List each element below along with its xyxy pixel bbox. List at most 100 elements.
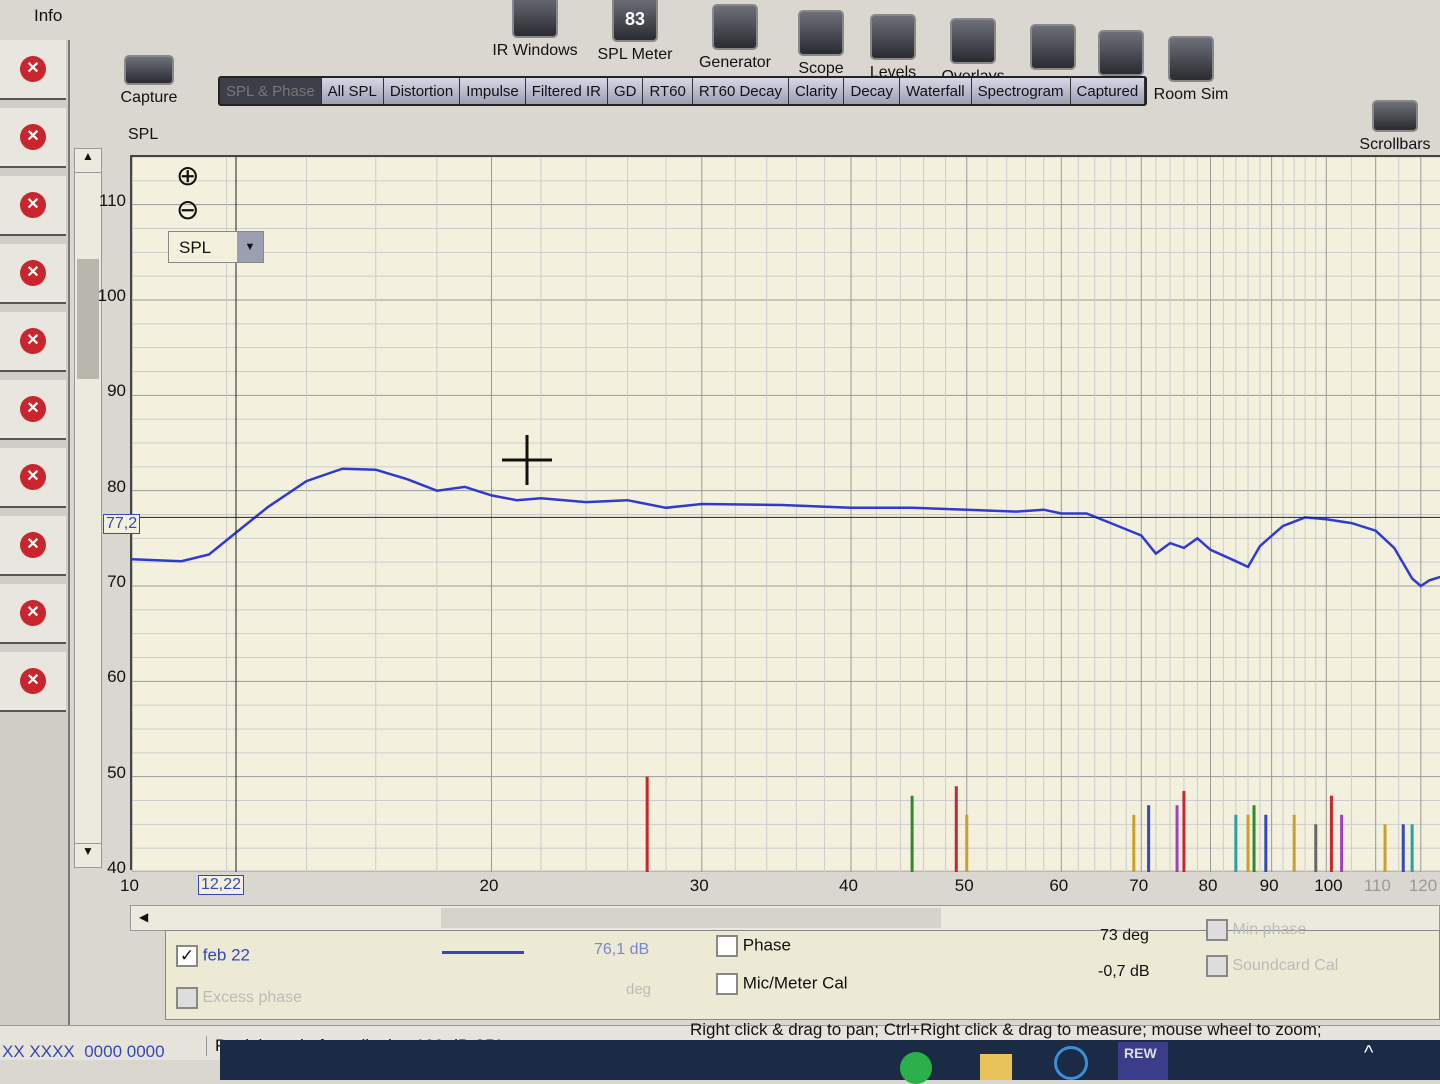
cursor-y-readout: 77,2: [103, 514, 141, 534]
spl-trace-line: [131, 467, 1440, 588]
y-tick-label: 80: [107, 476, 126, 496]
status-counter: XX XXXX 0000 0000: [2, 1042, 165, 1061]
remove-measurement-icon[interactable]: ✕: [20, 328, 46, 354]
phase-option[interactable]: Phase: [716, 935, 791, 957]
remove-measurement-icon[interactable]: ✕: [20, 124, 46, 150]
levels-button[interactable]: Levels: [848, 14, 938, 82]
remove-measurement-icon[interactable]: ✕: [20, 464, 46, 490]
tab-decay[interactable]: Decay: [844, 78, 901, 104]
folder-icon[interactable]: [980, 1054, 1012, 1080]
tab-spl-phase[interactable]: SPL & Phase: [220, 78, 322, 104]
scrollbars-button[interactable]: Scrollbars: [1350, 100, 1440, 154]
tab-gd[interactable]: GD: [607, 78, 644, 104]
soundcard-cal-label: Soundcard Cal: [1232, 957, 1339, 975]
cursor-x-readout: 12,22: [198, 875, 245, 895]
room-sim-icon: [1168, 36, 1214, 82]
cal-value: -0,7 dB: [1098, 963, 1150, 980]
mic-cal-checkbox[interactable]: [716, 973, 738, 995]
measurement-checkbox[interactable]: ✓: [176, 945, 198, 967]
remove-measurement-icon[interactable]: ✕: [20, 396, 46, 422]
x-tick-label: 80: [1198, 876, 1218, 895]
scrollbars-icon: [1372, 100, 1418, 132]
tray-chevron-icon[interactable]: ^: [1364, 1042, 1373, 1065]
app-icon[interactable]: [1054, 1046, 1088, 1080]
measurement-row[interactable]: ✕: [0, 176, 66, 236]
measurement-list: ✕ ✕ ✕ ✕ ✕ ✕ ✕ ✕ ✕ ✕: [0, 40, 70, 1040]
tab-filtered-ir[interactable]: Filtered IR: [525, 78, 608, 104]
x-tick-label: 120: [1408, 876, 1438, 895]
remove-measurement-icon[interactable]: ✕: [20, 600, 46, 626]
vertical-scrollbar[interactable]: ▲ ▼: [74, 148, 102, 868]
y-tick-label: 110: [98, 190, 126, 210]
chevron-down-icon: ▼: [237, 232, 263, 262]
cursor-value: 76,1 dB: [594, 941, 650, 958]
measurement-legend: ✓ feb 22 76,1 dB Phase Mic/Meter Cal 73 …: [165, 919, 1440, 1020]
info-label: Info: [34, 6, 63, 25]
room-sim-button[interactable]: Room Sim: [1146, 36, 1236, 104]
tab-rt60-decay[interactable]: RT60 Decay: [692, 78, 789, 104]
measurement-row[interactable]: ✕: [0, 312, 66, 372]
x-tick-label: 110: [1363, 876, 1391, 895]
min-phase-option: Min phase: [1206, 919, 1306, 941]
zoom-out-icon[interactable]: ⊖: [176, 193, 199, 226]
remove-measurement-icon[interactable]: ✕: [20, 56, 46, 82]
y-tick-label: 100: [97, 286, 126, 305]
remove-measurement-icon[interactable]: ✕: [20, 260, 46, 286]
measurement-row[interactable]: ✕: [0, 652, 66, 712]
zoom-in-icon[interactable]: ⊕: [176, 159, 199, 192]
ir-windows-button[interactable]: IR Windows: [490, 0, 580, 60]
toolbar-label: SPL Meter: [597, 46, 673, 63]
phase-label: Phase: [742, 935, 791, 955]
x-tick-label: 30: [689, 876, 709, 895]
spl-meter-reading: 83: [624, 9, 646, 29]
spotify-icon[interactable]: [900, 1052, 932, 1084]
x-tick-label: 90: [1259, 876, 1279, 895]
rew-taskbar-button[interactable]: REW: [1118, 1042, 1168, 1080]
graph-type-value: SPL: [179, 238, 212, 257]
mic-cal-option[interactable]: Mic/Meter Cal: [716, 973, 848, 995]
remove-measurement-icon[interactable]: ✕: [20, 668, 46, 694]
phase-checkbox[interactable]: [716, 935, 738, 957]
graph-canvas[interactable]: [131, 156, 1440, 873]
spl-meter-button[interactable]: 83 SPL Meter: [590, 0, 680, 64]
generator-icon: [712, 4, 758, 50]
taskbar: REW ^: [220, 1040, 1440, 1084]
capture-button[interactable]: Capture: [104, 55, 194, 107]
tab-impulse[interactable]: Impulse: [460, 78, 526, 104]
toolbar-label: Scope: [798, 60, 844, 77]
x-tick-label: 60: [1049, 876, 1069, 895]
measurement-row[interactable]: ✕: [0, 380, 66, 440]
remove-measurement-icon[interactable]: ✕: [20, 532, 46, 558]
measurement-row[interactable]: ✕: [0, 108, 66, 168]
scrollbars-label: Scrollbars: [1359, 136, 1431, 153]
tab-captured[interactable]: Captured: [1070, 78, 1146, 104]
excess-phase-option: Excess phase: [176, 987, 302, 1009]
y-tick-label: 70: [107, 572, 126, 591]
remove-measurement-icon[interactable]: ✕: [20, 192, 46, 218]
tab-all-spl[interactable]: All SPL: [321, 78, 384, 104]
eq-icon: [1098, 30, 1144, 76]
measurement-row[interactable]: ✕: [0, 584, 66, 644]
measurement-row[interactable]: ✕: [0, 516, 66, 576]
min-phase-checkbox: [1206, 919, 1228, 941]
tab-rt60[interactable]: RT60: [643, 78, 693, 104]
measurement-row[interactable]: ✕: [0, 40, 66, 100]
toolbar-label: IR Windows: [492, 42, 578, 59]
generator-button[interactable]: Generator: [690, 4, 780, 72]
measurement-row[interactable]: ✕: [0, 448, 66, 508]
overlays-icon: [950, 18, 996, 64]
graph-tabs: SPL & Phase All SPL Distortion Impulse Filte…: [218, 76, 1148, 106]
min-phase-label: Min phase: [1232, 921, 1307, 939]
x-tick-label: 100: [1314, 876, 1343, 895]
y-tick-label: 60: [107, 667, 126, 687]
trace-color-swatch[interactable]: [442, 951, 524, 954]
graph-type-dropdown[interactable]: SPL ▼: [168, 231, 264, 263]
camera-icon: [124, 55, 174, 85]
tab-spectrogram[interactable]: Spectrogram: [971, 78, 1071, 104]
spl-graph[interactable]: ⊕ ⊖ SPL ▼: [130, 155, 1440, 873]
tab-clarity[interactable]: Clarity: [788, 78, 845, 104]
tab-waterfall[interactable]: Waterfall: [900, 78, 972, 104]
phase-value: 73 deg: [1100, 927, 1149, 944]
tab-distortion[interactable]: Distortion: [383, 78, 461, 104]
measurement-row[interactable]: ✕: [0, 244, 66, 304]
